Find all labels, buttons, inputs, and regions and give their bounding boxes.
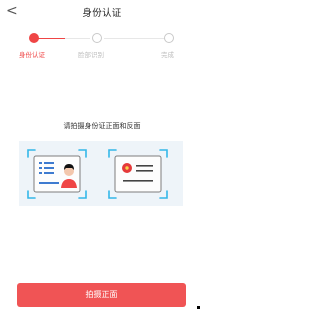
- step-dot-face-recognition: [92, 33, 102, 43]
- edge-marker: [197, 306, 200, 309]
- step-label-complete: 完成: [161, 51, 174, 59]
- id-card-front-icon: [27, 149, 87, 199]
- page-title: 身份认证: [82, 8, 122, 19]
- progress-stepper: 身份认证 脸部识别 完成: [0, 30, 204, 62]
- navigation-bar: < 身份认证: [0, 0, 204, 24]
- step-label-face-recognition: 脸部识别: [78, 51, 104, 59]
- step-dot-id-auth: [29, 33, 39, 43]
- step-label-id-auth: 身份认证: [19, 51, 45, 59]
- step-connector-progress: [35, 38, 65, 40]
- id-card-back-icon: [108, 149, 168, 199]
- step-dot-complete: [164, 33, 174, 43]
- step-connector-2: [104, 38, 165, 39]
- capture-front-button[interactable]: 拍摄正面: [17, 283, 186, 307]
- instruction-text: 请拍摄身份证正面和反面: [63, 122, 141, 130]
